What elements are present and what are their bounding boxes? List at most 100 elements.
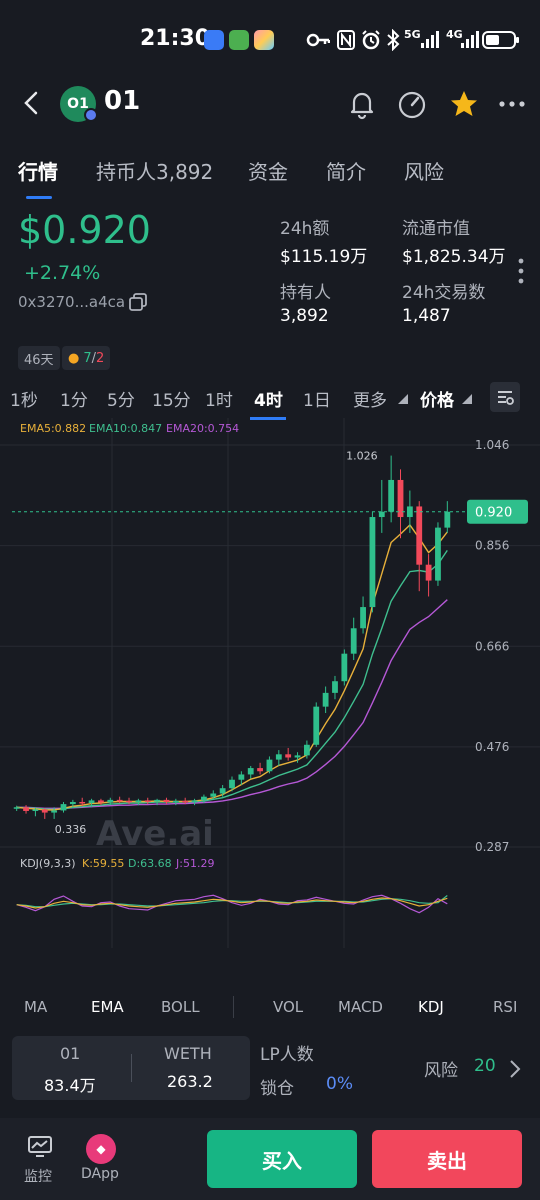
mcap-label: 流通市值 [402,219,470,239]
timeframe-1s[interactable]: 1秒 [10,386,38,411]
network-5g: 5G [404,28,421,41]
more-icon[interactable] [496,88,528,120]
nav-monitor-label[interactable]: 监控 [24,1166,52,1186]
candle-body [219,788,226,794]
monitor-icon[interactable] [27,1135,53,1159]
price-mode-select[interactable]: 价格 [420,386,454,411]
vol-label: 24h额 [280,219,330,239]
risk-label[interactable]: 风险 [424,1056,458,1081]
tab-risk[interactable]: 风险 [404,156,444,185]
candlestick-chart[interactable]: 1.0460.8560.6660.4760.28712:0008:0004:00… [0,418,540,958]
candle-body [238,774,245,780]
candle-body [172,800,179,803]
chevron-right-icon[interactable] [508,1058,522,1080]
sell-button[interactable]: 卖出 [372,1130,522,1188]
chart-settings-button[interactable] [490,382,520,412]
timeframe-1d[interactable]: 1日 [303,386,331,411]
candle-body [378,511,385,518]
candle-body [60,804,67,811]
tab-holders[interactable]: 持币人3,892 [96,156,213,185]
holders-label: 持有人 [280,283,331,303]
indicator-ema[interactable]: EMA [91,998,124,1016]
candle-body [360,607,366,629]
indicator-ma[interactable]: MA [24,998,47,1016]
risk-score[interactable]: 20 [474,1056,496,1076]
kdj-legend: KDJ(9,3,3) [20,857,76,870]
bell-icon[interactable] [346,88,378,120]
tab-funds[interactable]: 资金 [248,156,288,185]
vol-value: $115.19万 [280,247,368,267]
copy-icon[interactable] [128,292,148,312]
nav-dapp-label[interactable]: DApp [81,1166,119,1182]
candle-body [275,754,282,760]
back-icon[interactable] [18,88,48,118]
nfc-icon [337,30,355,50]
pool-amount-a: 83.4万 [44,1076,96,1095]
candle-body [285,754,292,758]
ratio-buy: 7 [83,350,92,366]
token-name: 01 [104,86,141,116]
tab-market[interactable]: 行情 [18,156,58,185]
buy-button[interactable]: 买入 [207,1130,357,1188]
candle-body [79,801,86,804]
indicator-kdj[interactable]: KDJ [418,998,444,1016]
candle-body [41,809,48,813]
candle-body [116,799,123,802]
candle-body [322,692,329,707]
candle-body [294,755,301,758]
money-bag-icon: ● [68,350,80,366]
key-icon [306,33,330,47]
candle-body [435,527,441,581]
timeframe-5m[interactable]: 5分 [107,386,135,411]
indicator-divider [233,996,234,1018]
candle-body [210,793,217,797]
candle-body [313,706,320,745]
timeframe-1h[interactable]: 1时 [205,386,233,411]
vertical-more-icon[interactable] [516,256,526,286]
tx-label: 24h交易数 [402,283,486,303]
liquidity-pool-card[interactable]: 01 83.4万 WETH 263.2 [12,1036,250,1100]
candle-body [388,479,395,512]
indicator-rsi[interactable]: RSI [493,998,517,1016]
star-icon[interactable] [448,88,480,120]
gauge-icon[interactable] [396,88,428,120]
chart-settings-icon [498,391,514,405]
tab-intro[interactable]: 简介 [326,156,366,185]
candle-body [126,800,132,803]
dapp-icon[interactable]: ◆ [86,1134,116,1164]
timeframe-15m[interactable]: 15分 [152,386,191,411]
indicator-vol[interactable]: VOL [273,998,303,1016]
current-price-tag-label: 0.920 [475,506,512,521]
ethereum-chain-icon [84,108,98,122]
contract-address: 0x3270...a4ca [18,293,126,311]
mcap-value: $1,825.34万 [402,247,506,267]
candle-body [144,800,151,802]
indicator-boll[interactable]: BOLL [161,998,200,1016]
y-tick-label: 0.476 [475,740,509,754]
buy-sell-ratio-badge: ● 7 / 2 [62,346,111,370]
candle-body [369,517,376,608]
indicator-macd[interactable]: MACD [338,998,383,1016]
candle-body [341,653,348,682]
dropdown-arrow-icon [462,394,472,404]
candle-body [135,800,142,802]
timeframe-more[interactable]: 更多 [353,386,387,411]
candle-body [98,800,104,803]
app-notification-icon [254,30,274,50]
candle-body [247,768,254,775]
candle-body [266,759,273,772]
candle-body [107,799,114,803]
signal-icon [461,31,479,48]
candle-body [303,744,310,756]
candle-body [416,506,423,565]
timeframe-4h[interactable]: 4时 [254,386,283,411]
watermark: Ave.ai [96,814,214,854]
pool-token-b: WETH [164,1044,212,1063]
candle-body [191,800,198,803]
timeframe-1m[interactable]: 1分 [60,386,88,411]
tab-active-indicator [26,196,52,199]
lock-label: 锁仓 [260,1079,294,1099]
y-tick-label: 1.046 [475,438,509,452]
candle-body [23,807,29,811]
candle-body [51,810,58,813]
